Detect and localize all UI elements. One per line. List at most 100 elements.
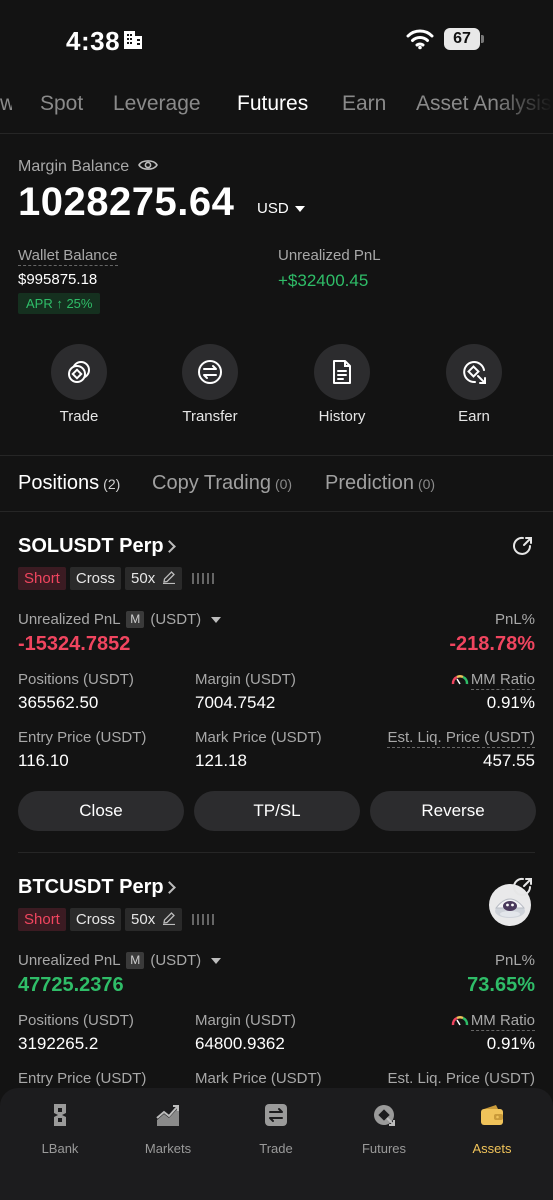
history-action-label: History: [318, 408, 366, 425]
close-position-button[interactable]: Close: [18, 791, 184, 831]
adl-indicator: [192, 908, 215, 931]
wallet-balance-label[interactable]: Wallet Balance: [18, 247, 118, 266]
wifi-icon: [406, 29, 434, 50]
history-icon: [333, 360, 351, 384]
edit-icon: [163, 912, 176, 926]
apr-badge[interactable]: APR ↑ 25%: [18, 293, 101, 314]
earn-action-button[interactable]: Earn: [434, 344, 514, 425]
margin-balance-label: Margin Balance: [18, 158, 158, 176]
unrealized-pnl-value: 47725.2376: [18, 974, 124, 996]
pnl-pct-value: 73.65%: [467, 974, 535, 996]
leverage-button[interactable]: 50x: [125, 908, 183, 931]
positions-label: Positions (USDT): [18, 671, 134, 688]
assets-wallet-icon: [481, 1105, 503, 1125]
tab-prediction[interactable]: Prediction (0): [325, 472, 435, 495]
liq-price-label[interactable]: Est. Liq. Price (USDT): [387, 729, 535, 748]
leverage-button[interactable]: 50x: [125, 567, 183, 590]
liq-price-value: 457.55: [483, 751, 535, 770]
mm-ratio-value: 0.91%: [486, 693, 535, 712]
position-tags: Short Cross 50x: [18, 567, 215, 590]
margin-mode-badge: Cross: [69, 567, 122, 590]
adl-indicator: [192, 567, 215, 590]
currency-label: USD: [257, 200, 289, 217]
battery-icon: 67: [444, 28, 484, 50]
chevron-down-icon: [211, 617, 222, 624]
tab-overflow-left[interactable]: w: [0, 92, 12, 116]
margin-label: Margin (USDT): [195, 671, 296, 688]
pnl-pct-label: PnL%: [494, 611, 535, 628]
tab-leverage[interactable]: Leverage: [113, 92, 201, 116]
entry-price-label: Entry Price (USDT): [18, 729, 147, 746]
unrealized-pnl-label: Unrealized PnL: [278, 247, 381, 264]
tab-spot[interactable]: Spot: [40, 92, 83, 116]
eye-icon[interactable]: [137, 158, 158, 172]
margin-value: 64800.9362: [195, 1034, 285, 1053]
currency-selector[interactable]: USD: [257, 200, 305, 217]
unrealized-pnl-selector[interactable]: Unrealized PnL M (USDT): [18, 952, 222, 969]
positions-value: 365562.50: [18, 693, 99, 712]
reverse-position-button[interactable]: Reverse: [370, 791, 536, 831]
mm-ratio-label[interactable]: MM Ratio: [451, 671, 535, 690]
transfer-action-label: Transfer: [182, 408, 238, 425]
status-bar: 4:38 67: [0, 0, 553, 80]
mark-price-label: Mark Price (USDT): [195, 729, 322, 746]
margin-balance-amount: 1028275.64: [18, 180, 235, 224]
entry-price-value: 116.10: [18, 751, 69, 770]
pnl-pct-value: -218.78%: [449, 633, 535, 655]
tp-sl-button[interactable]: TP/SL: [194, 791, 360, 831]
pnl-pct-label: PnL%: [494, 952, 535, 969]
wallet-balance-value: $995875.18: [18, 271, 98, 288]
chevron-down-icon: [211, 958, 222, 965]
share-icon[interactable]: [512, 535, 534, 557]
lbank-icon: [54, 1104, 66, 1126]
unrealized-pnl-value: +$32400.45: [278, 271, 369, 290]
trade-nav-icon: [265, 1104, 287, 1126]
card-divider: [18, 852, 535, 853]
futures-icon: [374, 1105, 395, 1126]
tab-earn[interactable]: Earn: [342, 92, 386, 116]
position-symbol[interactable]: BTCUSDT Perp: [18, 876, 164, 899]
transfer-action-button[interactable]: Transfer: [170, 344, 250, 425]
chevron-down-icon: [294, 206, 305, 213]
history-action-button[interactable]: History: [302, 344, 382, 425]
status-time: 4:38: [66, 26, 121, 56]
unrealized-pnl-selector[interactable]: Unrealized PnL M (USDT): [18, 611, 222, 628]
positions-label: Positions (USDT): [18, 1012, 134, 1029]
chevron-right-icon[interactable]: [163, 540, 176, 553]
share-icon[interactable]: [512, 876, 534, 898]
margin-value: 7004.7542: [195, 693, 276, 712]
side-badge: Short: [18, 908, 66, 931]
side-badge: Short: [18, 567, 66, 590]
margin-label: Margin (USDT): [195, 1012, 296, 1029]
account-type-tabs: w Spot Leverage Futures Earn Asset Analy…: [0, 84, 553, 134]
earn-icon: [463, 361, 486, 384]
edit-icon: [163, 571, 176, 585]
trade-action-label: Trade: [59, 408, 99, 425]
nav-trade[interactable]: Trade: [226, 1102, 326, 1156]
trade-action-button[interactable]: Trade: [39, 344, 119, 425]
mm-ratio-label[interactable]: MM Ratio: [451, 1012, 535, 1031]
nav-markets[interactable]: Markets: [118, 1102, 218, 1156]
position-tags: Short Cross 50x: [18, 908, 215, 931]
chevron-right-icon[interactable]: [163, 881, 176, 894]
positions-value: 3192265.2: [18, 1034, 99, 1053]
battery-level: 67: [444, 28, 480, 50]
mark-price-label: Mark Price (USDT): [195, 1070, 322, 1087]
nav-lbank[interactable]: LBank: [10, 1102, 110, 1156]
unrealized-pnl-value: -15324.7852: [18, 633, 131, 655]
liq-price-label[interactable]: Est. Liq. Price (USDT): [387, 1070, 535, 1089]
gauge-icon: [451, 675, 469, 685]
nav-futures[interactable]: Futures: [334, 1102, 434, 1156]
position-symbol[interactable]: SOLUSDT Perp: [18, 535, 164, 558]
building-icon: [124, 31, 142, 49]
markets-icon: [156, 1105, 179, 1126]
tab-positions[interactable]: Positions (2): [18, 472, 120, 495]
transfer-icon: [198, 360, 222, 384]
nav-assets[interactable]: Assets: [442, 1102, 542, 1156]
bottom-navigation: LBank Markets Trade Futures Assets: [0, 1088, 553, 1200]
trade-icon: [68, 361, 90, 383]
section-divider: [0, 455, 553, 456]
mm-ratio-value: 0.91%: [486, 1034, 535, 1053]
tab-futures[interactable]: Futures: [237, 92, 308, 116]
tab-copy-trading[interactable]: Copy Trading (0): [152, 472, 292, 495]
